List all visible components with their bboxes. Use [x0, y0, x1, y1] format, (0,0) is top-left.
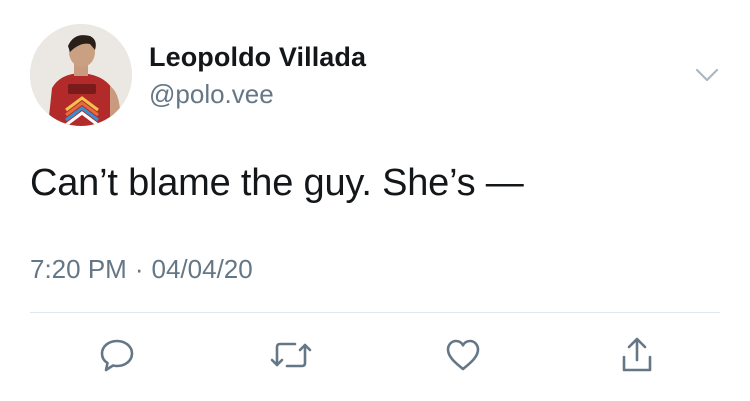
retweet-button[interactable]	[266, 330, 316, 380]
action-bar	[0, 330, 750, 380]
speech-bubble-icon	[100, 339, 134, 372]
avatar-photo	[30, 24, 132, 126]
meta-separator: ·	[134, 254, 144, 284]
tweet-date: 04/04/20	[151, 254, 253, 284]
share-button[interactable]	[612, 330, 662, 380]
author-handle[interactable]: @polo.vee	[149, 79, 274, 110]
tweet-time: 7:20 PM	[30, 254, 127, 284]
share-upload-icon	[622, 337, 652, 372]
author-display-name[interactable]: Leopoldo Villada	[149, 42, 366, 73]
tweet-card: Leopoldo Villada @polo.vee Can’t blame t…	[0, 0, 750, 401]
avatar[interactable]	[30, 24, 132, 126]
divider	[30, 312, 720, 313]
chevron-down-icon[interactable]	[692, 60, 722, 90]
tweet-timestamp[interactable]: 7:20 PM · 04/04/20	[30, 254, 253, 285]
tweet-text: Can’t blame the guy. She’s —	[30, 162, 524, 204]
reply-button[interactable]	[92, 330, 142, 380]
like-button[interactable]	[438, 330, 488, 380]
retweet-arrows-icon	[270, 342, 312, 368]
heart-icon	[446, 339, 480, 371]
